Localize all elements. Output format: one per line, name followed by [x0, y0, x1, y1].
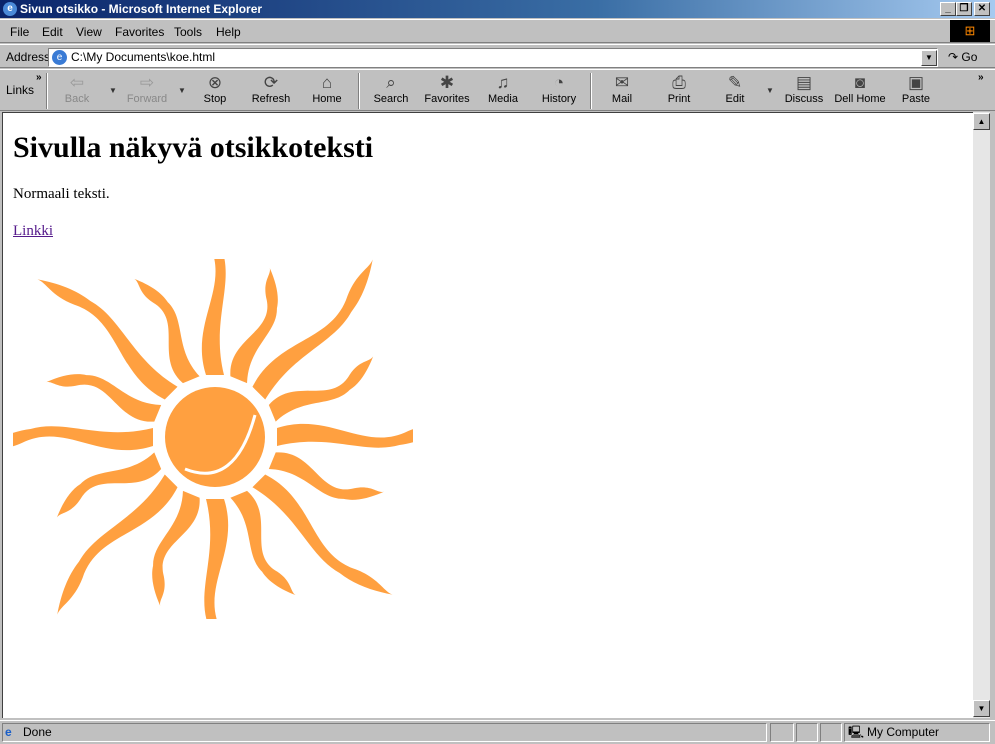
scroll-up-button[interactable]: ▲ — [973, 113, 990, 130]
address-dropdown-button[interactable]: ▼ — [921, 50, 937, 66]
back-dropdown-icon[interactable]: ▼ — [109, 86, 117, 95]
toolbar-history-button[interactable]: ◔ History — [529, 73, 589, 105]
toolbar-button-label: Media — [488, 93, 518, 105]
page-link[interactable]: Linkki — [13, 223, 53, 240]
menu-edit[interactable]: Edit — [42, 25, 63, 39]
toolbar-paste-button[interactable]: ▣ Paste — [886, 73, 946, 105]
toolbar-back-button[interactable]: ⇦ Back — [47, 73, 107, 105]
ie-logo-icon: e — [3, 2, 17, 16]
toolbar-button-label: Edit — [725, 93, 745, 105]
refresh-icon: ⟳ — [263, 73, 279, 92]
toolbar-discuss-button[interactable]: ▤ Discuss — [774, 73, 834, 105]
media-icon: ♫ — [496, 73, 510, 92]
restore-button[interactable]: ❐ — [956, 2, 972, 16]
address-value: C:\My Documents\koe.html — [71, 50, 216, 64]
title-bar: e Sivun otsikko - Microsoft Internet Exp… — [0, 0, 995, 18]
windows-logo-icon: ⊞ — [950, 20, 990, 42]
edit-icon: ✎ — [727, 73, 743, 92]
favorites-folder-icon: ✱ — [439, 73, 455, 92]
toolbar-button-label: Discuss — [784, 93, 824, 105]
stop-icon: ⊗ — [207, 73, 223, 92]
scroll-down-button[interactable]: ▼ — [973, 700, 990, 717]
toolbar-button-label: Print — [667, 93, 691, 105]
go-label: Go — [961, 50, 978, 64]
toolbar-button-label: History — [541, 93, 577, 105]
toolbar-divider — [590, 73, 592, 109]
toolbar-button-label: Forward — [126, 93, 168, 105]
toolbar-button-label: Stop — [203, 93, 227, 105]
go-button[interactable]: ↷ Go — [948, 50, 977, 64]
toolbar-media-button[interactable]: ♫ Media — [473, 73, 533, 105]
page-paragraph: Normaali teksti. — [13, 186, 110, 202]
menu-tools[interactable]: Tools — [174, 25, 202, 39]
status-panel-empty — [820, 723, 842, 742]
printer-icon: ⎙ — [672, 73, 686, 92]
status-bar: e Done 🖳 My Computer — [0, 720, 995, 744]
history-icon: ◔ — [553, 73, 565, 92]
forward-arrow-icon: ⇨ — [139, 73, 155, 92]
toolbar-divider — [358, 73, 360, 109]
search-icon: ⌕ — [386, 73, 396, 92]
status-panel-empty — [770, 723, 794, 742]
address-bar: Address e C:\My Documents\koe.html ▼ ↷ G… — [0, 44, 995, 68]
toolbar-edit-button[interactable]: ✎ Edit — [705, 73, 765, 105]
toolbar-button-label: Home — [312, 93, 342, 105]
toolbar-mail-button[interactable]: ✉ Mail — [592, 73, 652, 105]
zone-text: My Computer — [867, 725, 940, 739]
toolbar-button-label: Refresh — [251, 93, 291, 105]
window-title: Sivun otsikko - Microsoft Internet Explo… — [20, 2, 263, 16]
mail-icon: ✉ — [614, 73, 630, 92]
toolbar-chevron-icon[interactable]: » — [978, 72, 984, 83]
toolbar-search-button[interactable]: ⌕ Search — [361, 73, 421, 105]
edit-dropdown-icon[interactable]: ▼ — [766, 86, 774, 95]
links-chevron-icon[interactable]: » — [36, 72, 42, 83]
sun-ray — [201, 259, 226, 375]
toolbar-button-label: Mail — [611, 93, 633, 105]
toolbar-home-button[interactable]: ⌂ Home — [297, 73, 357, 105]
sun-ray — [13, 426, 153, 451]
sun-image — [13, 259, 413, 619]
standard-toolbar: Links » ⇦ Back ⇨ Forward ⊗ Stop ⟳ Refresh ⌂ Home ⌕… — [0, 69, 995, 111]
vertical-scrollbar[interactable]: ▲ ▼ — [973, 112, 990, 718]
menu-help[interactable]: Help — [216, 25, 241, 39]
toolbar-button-label: Back — [64, 93, 90, 105]
page-icon: e — [52, 50, 67, 65]
toolbar-dell-home-button[interactable]: ◙ Dell Home — [830, 73, 890, 105]
toolbar-favorites-button[interactable]: ✱ Favorites — [417, 73, 477, 105]
forward-dropdown-icon[interactable]: ▼ — [178, 86, 186, 95]
home-icon: ⌂ — [321, 73, 333, 92]
links-button[interactable]: Links — [6, 83, 34, 97]
menu-file[interactable]: File — [10, 25, 29, 39]
status-panel: e Done — [2, 723, 767, 742]
status-text: Done — [23, 725, 52, 739]
close-button[interactable]: ✕ — [974, 2, 990, 16]
toolbar-button-label: Search — [373, 93, 409, 105]
back-arrow-icon: ⇦ — [69, 73, 85, 92]
toolbar-button-label: Favorites — [424, 93, 470, 105]
toolbar-stop-button[interactable]: ⊗ Stop — [185, 73, 245, 105]
menu-view[interactable]: View — [76, 25, 102, 39]
toolbar-button-label: Dell Home — [834, 93, 886, 105]
menu-bar: File Edit View Favorites Tools Help — [0, 19, 995, 43]
sun-ray — [204, 499, 229, 619]
go-arrow-icon: ↷ — [948, 50, 959, 64]
discuss-icon: ▤ — [795, 73, 813, 92]
menu-favorites[interactable]: Favorites — [115, 25, 164, 39]
status-panel-empty — [796, 723, 818, 742]
address-label: Address — [6, 50, 51, 64]
ie-page-icon: e — [5, 725, 12, 739]
toolbar-refresh-button[interactable]: ⟳ Refresh — [241, 73, 301, 105]
sun-ray — [277, 423, 413, 448]
computer-icon: 🖳 — [848, 725, 865, 739]
page-heading: Sivulla näkyvä otsikkoteksti — [13, 131, 374, 164]
zone-panel: 🖳 My Computer — [844, 723, 990, 742]
toolbar-forward-button[interactable]: ⇨ Forward — [117, 73, 177, 105]
dell-home-icon: ◙ — [854, 73, 866, 92]
minimize-button[interactable]: _ — [940, 2, 956, 16]
toolbar-print-button[interactable]: ⎙ Print — [649, 73, 709, 105]
toolbar-button-label: Paste — [901, 93, 931, 105]
address-input[interactable]: e C:\My Documents\koe.html — [48, 48, 938, 67]
paste-icon: ▣ — [907, 73, 925, 92]
page-content: Sivulla näkyvä otsikkoteksti Normaali te… — [2, 112, 973, 718]
